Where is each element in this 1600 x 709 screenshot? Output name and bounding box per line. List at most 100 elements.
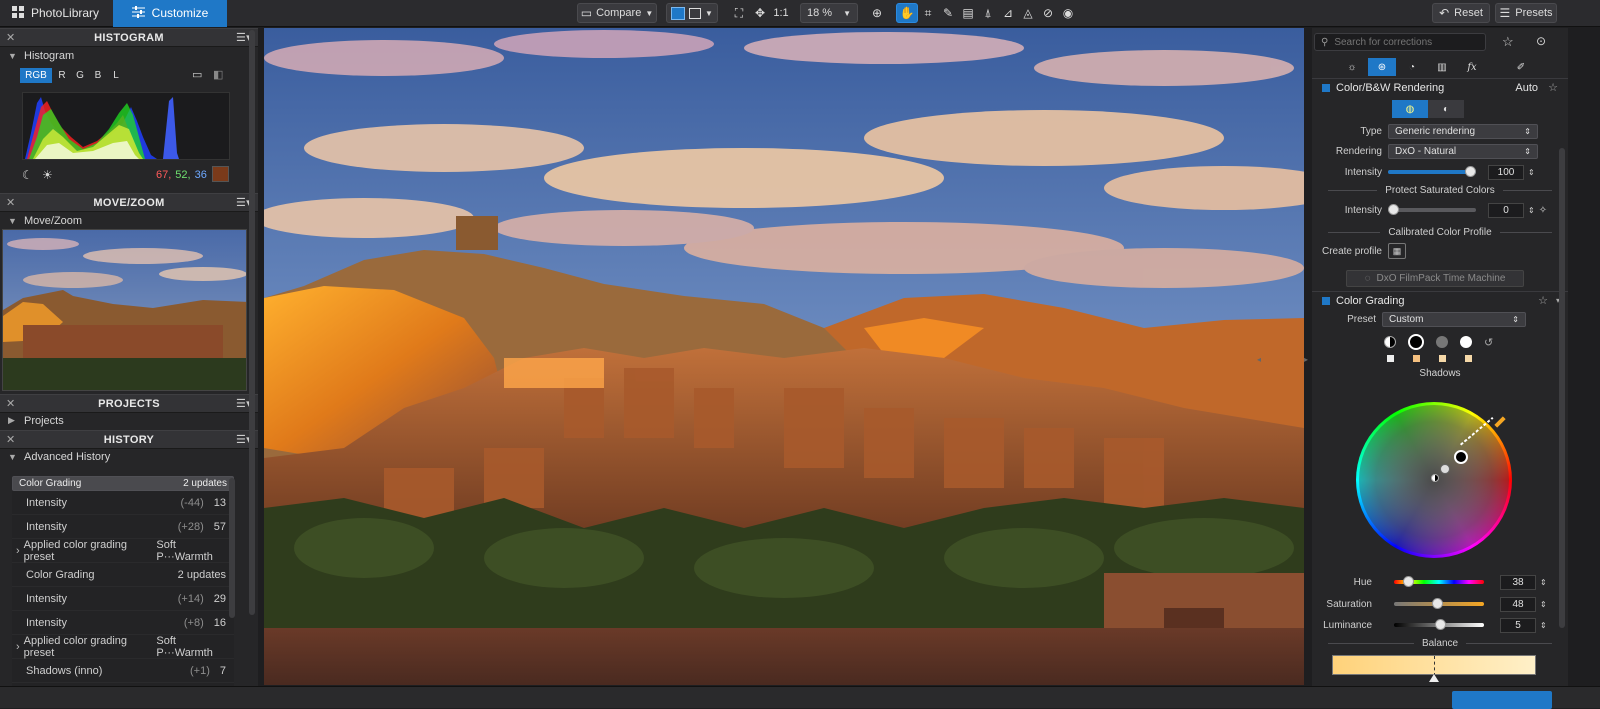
hue-tick[interactable] xyxy=(1494,416,1506,428)
star-icon[interactable]: ☆ xyxy=(1502,34,1514,50)
monitor-icon[interactable]: ▭ xyxy=(192,68,202,81)
zoom-1-1-button[interactable]: 1:1 xyxy=(770,3,792,23)
history-row[interactable]: Intensity (-44) 13 xyxy=(12,491,234,515)
reset-button[interactable]: ↶ Reset xyxy=(1432,3,1490,23)
luminance-slider[interactable] xyxy=(1394,619,1484,630)
stepper-icon[interactable]: ⇕ xyxy=(1540,578,1547,587)
create-profile-button[interactable]: ▦ xyxy=(1388,243,1406,259)
hand-tool-button[interactable]: ✋ xyxy=(896,3,918,23)
toggle-icon[interactable]: ⊙ xyxy=(1536,34,1546,48)
chevron-right-icon[interactable]: › xyxy=(16,641,20,653)
saturation-value[interactable]: 48 xyxy=(1500,596,1536,612)
protect-intensity-value[interactable]: 0 xyxy=(1488,202,1524,218)
channel-g[interactable]: G xyxy=(72,68,88,83)
projects-section-toggle[interactable]: ▶ Projects xyxy=(0,412,258,429)
collapse-handle-icon[interactable]: ◂ xyxy=(1257,355,1261,364)
luminance-value[interactable]: 5 xyxy=(1500,617,1536,633)
perspective-button[interactable]: ⍋ xyxy=(978,3,998,23)
type-select[interactable]: Generic rendering ⇕ xyxy=(1388,123,1538,139)
move-button[interactable]: ✥ xyxy=(750,3,770,23)
fit-screen-button[interactable]: ⛶ xyxy=(729,3,749,23)
auto-button[interactable]: Auto xyxy=(1515,82,1538,94)
channel-b[interactable]: B xyxy=(90,68,106,83)
moon-icon[interactable]: ☾ xyxy=(22,168,33,182)
history-row[interactable]: Intensity (+14) 29 xyxy=(12,587,234,611)
enable-checkbox[interactable] xyxy=(1322,296,1330,305)
undo-icon[interactable]: ↺ xyxy=(1484,336,1493,349)
right-panel-scrollbar[interactable] xyxy=(1559,148,1565,628)
color-wheel-global[interactable] xyxy=(1431,474,1439,482)
close-icon[interactable]: ✕ xyxy=(6,433,16,446)
hue-knob[interactable] xyxy=(1402,576,1414,587)
history-row[interactable]: › Applied color grading preset Soft P···Wa… xyxy=(12,539,234,563)
history-row[interactable]: Color Grading 2 updates xyxy=(12,563,234,587)
chevron-right-icon[interactable]: › xyxy=(16,545,20,557)
movezoom-panel-header[interactable]: ✕ MOVE/ZOOM ☰▾ xyxy=(0,193,258,212)
preset-select[interactable]: Custom ⇕ xyxy=(1382,311,1526,327)
geometry-tab[interactable]: ▥ xyxy=(1428,58,1456,76)
stepper-icon[interactable]: ⇕ xyxy=(1528,206,1535,215)
rendering-select[interactable]: DxO - Natural ⇕ xyxy=(1388,143,1538,159)
history-row[interactable]: Intensity (+8) 16 xyxy=(12,611,234,635)
volume-deformation-button[interactable]: ⊿ xyxy=(998,3,1018,23)
stepper-icon[interactable]: ⇕ xyxy=(1528,168,1535,177)
stepper-icon[interactable]: ⇕ xyxy=(1540,600,1547,609)
eyedropper-button[interactable]: ✎ xyxy=(938,3,958,23)
light-tab[interactable]: ☼ xyxy=(1338,58,1366,76)
highlights-tone-icon[interactable] xyxy=(1460,336,1472,348)
repair-tool-button[interactable]: ◬ xyxy=(1018,3,1038,23)
search-input[interactable] xyxy=(1334,36,1475,48)
luminance-knob[interactable] xyxy=(1435,619,1447,630)
shadows-tone-icon[interactable] xyxy=(1408,334,1424,350)
history-section-toggle[interactable]: ▼ Advanced History xyxy=(0,448,258,465)
close-icon[interactable]: ✕ xyxy=(6,31,16,44)
history-row[interactable]: › Applied color grading preset Soft P···Wa… xyxy=(12,635,234,659)
left-panel-scrollbar[interactable] xyxy=(249,30,255,615)
clipping-icon[interactable]: ◧ xyxy=(213,68,223,81)
close-icon[interactable]: ✕ xyxy=(6,397,16,410)
color-mode-button[interactable]: ◍ xyxy=(1392,100,1428,118)
history-scrollbar[interactable] xyxy=(229,478,235,618)
hue-value[interactable]: 38 xyxy=(1500,574,1536,590)
intensity-slider[interactable] xyxy=(1388,166,1476,177)
photo-canvas[interactable] xyxy=(264,28,1304,685)
horizon-tool-button[interactable]: ▤ xyxy=(958,3,978,23)
history-row[interactable]: Shadows (inno) (+1) 7 xyxy=(12,659,234,683)
protect-intensity-knob[interactable] xyxy=(1388,204,1399,215)
intensity-value[interactable]: 100 xyxy=(1488,164,1524,180)
channel-l[interactable]: L xyxy=(108,68,124,83)
filmpack-button[interactable]: ◌ DxO FilmPack Time Machine xyxy=(1346,270,1524,287)
channel-r[interactable]: R xyxy=(54,68,70,83)
single-view-toggle[interactable]: ▼ xyxy=(666,3,718,23)
projects-panel-header[interactable]: ✕ PROJECTS ☰▾ xyxy=(0,394,258,413)
zoom-select[interactable]: 18 % ▼ xyxy=(800,3,858,23)
saturation-knob[interactable] xyxy=(1431,598,1443,609)
intensity-knob[interactable] xyxy=(1465,166,1476,177)
protect-intensity-slider[interactable] xyxy=(1388,204,1476,215)
movezoom-section-toggle[interactable]: ▼ Move/Zoom xyxy=(0,212,258,229)
histogram-panel-header[interactable]: ✕ HISTOGRAM ☰▾ xyxy=(0,28,258,47)
local-tab[interactable]: ✐ xyxy=(1506,58,1536,76)
navigator-thumbnail[interactable] xyxy=(2,229,247,391)
channel-rgb[interactable]: RGB xyxy=(20,68,52,83)
zoom-in-button[interactable]: ⊕ xyxy=(867,3,887,23)
wand-icon[interactable]: ✧ xyxy=(1539,205,1547,216)
local-adjust-button[interactable]: ⊘ xyxy=(1038,3,1058,23)
compare-button[interactable]: ▭ Compare ▼ xyxy=(577,3,657,23)
presets-button[interactable]: ☰ Presets xyxy=(1495,3,1557,23)
collapse-handle-icon[interactable]: ▸ xyxy=(1304,355,1308,364)
color-bw-header[interactable]: Color/B&W Rendering Auto ☆ xyxy=(1312,78,1568,96)
saturation-slider[interactable] xyxy=(1394,598,1484,609)
preview-eye-button[interactable]: ◉ xyxy=(1058,3,1078,23)
enable-checkbox[interactable] xyxy=(1322,83,1330,92)
effects-tab[interactable]: fx xyxy=(1458,58,1486,76)
export-button[interactable] xyxy=(1452,691,1552,709)
balance-slider[interactable] xyxy=(1332,655,1536,676)
global-tone-icon[interactable] xyxy=(1384,336,1396,348)
crop-tool-button[interactable]: ⌗ xyxy=(918,3,938,23)
midtones-tone-icon[interactable] xyxy=(1436,336,1448,348)
hue-slider[interactable] xyxy=(1394,576,1484,587)
history-row[interactable]: Color Grading 2 updates xyxy=(12,476,234,491)
close-icon[interactable]: ✕ xyxy=(6,196,16,209)
star-icon[interactable]: ☆ xyxy=(1548,81,1558,94)
